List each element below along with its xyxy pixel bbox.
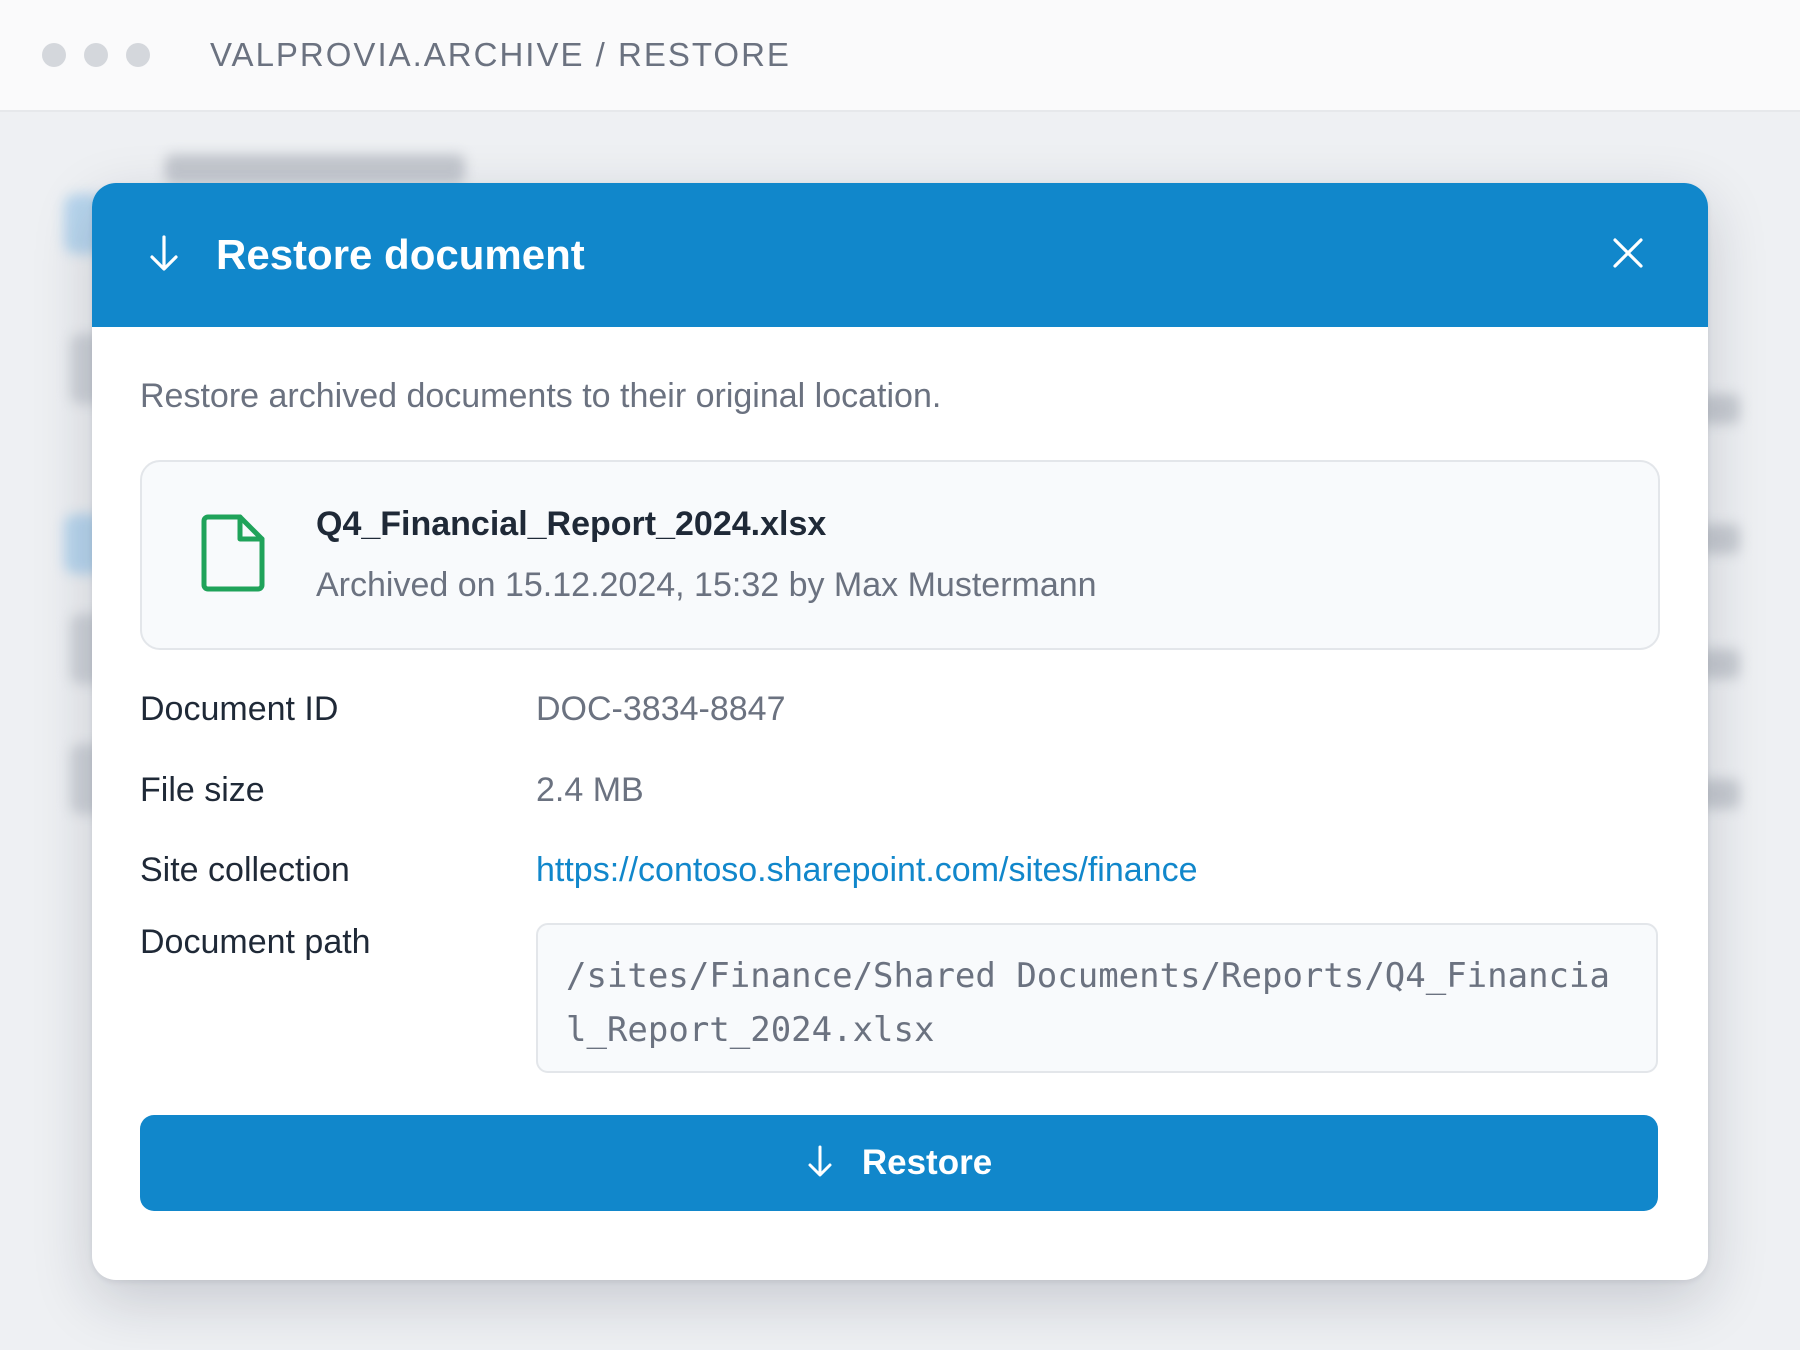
window-minimize-dot[interactable] xyxy=(84,43,108,67)
detail-row-document-path: Document path /sites/Finance/Shared Docu… xyxy=(140,923,1660,1073)
restore-dialog: Restore document Restore archived docume… xyxy=(92,183,1708,1280)
document-id-label: Document ID xyxy=(140,690,339,728)
file-info: Q4_Financial_Report_2024.xlsx Archived o… xyxy=(316,505,1097,605)
close-button[interactable] xyxy=(1603,230,1653,280)
close-icon xyxy=(1612,237,1644,274)
background-heading xyxy=(165,154,465,184)
dialog-description: Restore archived documents to their orig… xyxy=(140,377,942,415)
restore-button[interactable]: Restore xyxy=(140,1115,1658,1211)
document-id-value: DOC-3834-8847 xyxy=(536,690,786,728)
window-titlebar: VALPROVIA.ARCHIVE / RESTORE xyxy=(0,0,1800,112)
document-details: Document ID DOC-3834-8847 File size 2.4 … xyxy=(140,690,1660,1073)
file-size-value: 2.4 MB xyxy=(536,771,644,809)
dialog-header: Restore document xyxy=(92,183,1708,327)
window-close-dot[interactable] xyxy=(42,43,66,67)
arrow-down-icon xyxy=(806,1144,834,1183)
site-collection-label: Site collection xyxy=(140,851,350,889)
file-icon xyxy=(200,513,266,598)
dialog-title: Restore document xyxy=(216,231,585,278)
window-controls xyxy=(42,43,150,67)
detail-row-site-collection: Site collection https://contoso.sharepoi… xyxy=(140,851,1660,923)
breadcrumb: VALPROVIA.ARCHIVE / RESTORE xyxy=(210,36,791,73)
detail-row-document-id: Document ID DOC-3834-8847 xyxy=(140,690,1660,771)
document-path-value: /sites/Finance/Shared Documents/Reports/… xyxy=(536,923,1658,1073)
document-path-label: Document path xyxy=(140,923,371,961)
file-name: Q4_Financial_Report_2024.xlsx xyxy=(316,505,827,543)
arrow-down-icon xyxy=(147,233,181,278)
dialog-body: Restore archived documents to their orig… xyxy=(92,327,1708,1211)
window-maximize-dot[interactable] xyxy=(126,43,150,67)
site-collection-link[interactable]: https://contoso.sharepoint.com/sites/fin… xyxy=(536,851,1197,890)
file-size-label: File size xyxy=(140,771,265,809)
restore-button-label: Restore xyxy=(861,1143,993,1182)
detail-row-file-size: File size 2.4 MB xyxy=(140,771,1660,851)
file-card: Q4_Financial_Report_2024.xlsx Archived o… xyxy=(140,460,1660,650)
file-archive-meta: Archived on 15.12.2024, 15:32 by Max Mus… xyxy=(316,566,1097,604)
